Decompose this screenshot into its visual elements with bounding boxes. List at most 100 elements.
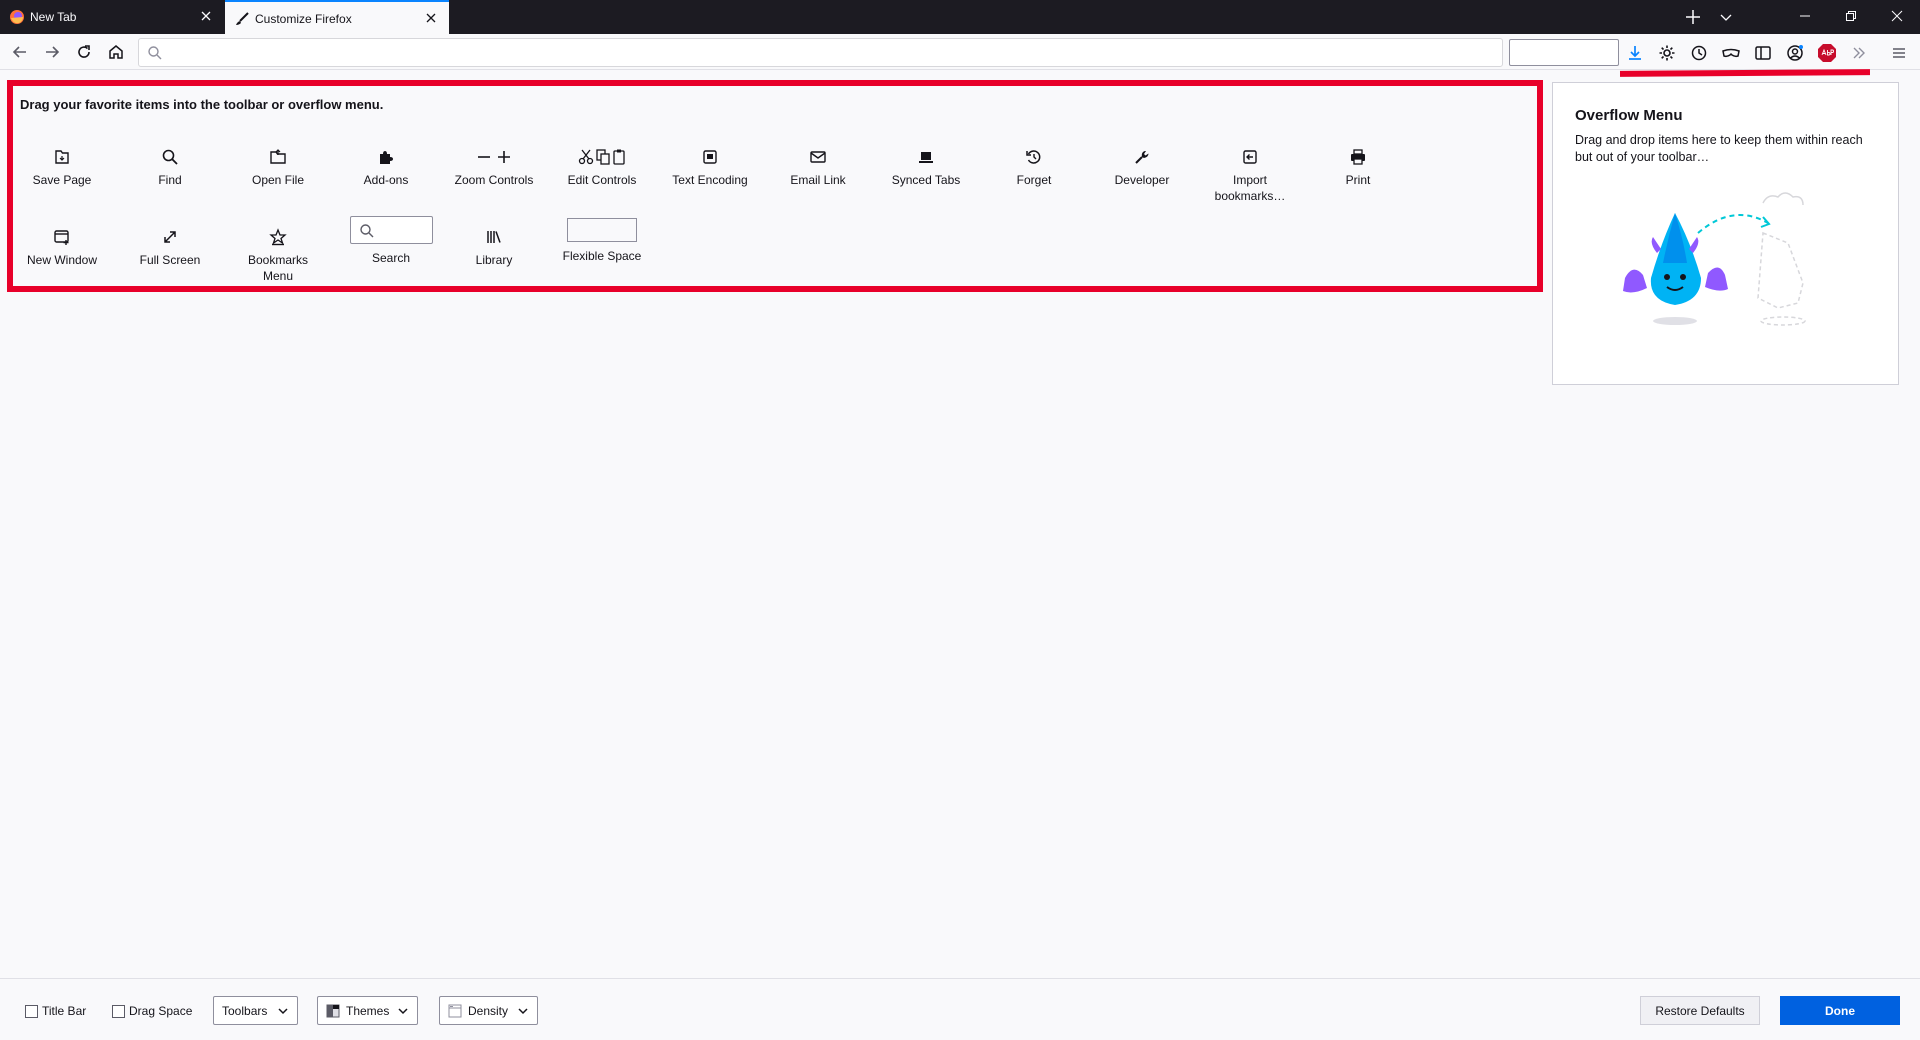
toolbar-search-box[interactable]: [1509, 39, 1619, 66]
palette-item-full-screen[interactable]: Full Screen: [116, 222, 224, 268]
tab-label: Customize Firefox: [255, 12, 352, 26]
close-tab-icon[interactable]: [198, 8, 214, 24]
checkbox-box[interactable]: [25, 1004, 38, 1018]
palette-item-save-page[interactable]: Save Page: [8, 142, 116, 188]
palette-item-label: Forget: [1016, 173, 1052, 187]
palette-item-search[interactable]: Search: [337, 216, 445, 266]
open-file-icon: [270, 149, 286, 164]
chevron-down-icon: [278, 1007, 288, 1014]
palette-item-add-ons[interactable]: Add-ons: [332, 142, 440, 188]
themes-dropdown[interactable]: Themes: [317, 996, 418, 1025]
firefox-logo-icon: [10, 10, 24, 24]
hamburger-menu-icon: [1893, 48, 1905, 58]
palette-item-label: Import bookmarks…: [1214, 173, 1286, 203]
private-browsing-icon: [1722, 48, 1740, 58]
done-button[interactable]: Done: [1780, 996, 1900, 1025]
palette-item-label: Save Page: [32, 173, 92, 187]
zoom-controls-icon: [478, 151, 510, 163]
search-icon: [148, 46, 162, 60]
settings-icon: [1659, 45, 1675, 61]
density-icon: [448, 1004, 462, 1017]
overflow-dragon-illustration-icon: [1623, 192, 1806, 326]
palette-item-label: Developer: [1114, 173, 1170, 187]
palette-item-label: Print: [1345, 173, 1371, 187]
palette-item-label: Find: [158, 173, 182, 187]
close-tab-icon[interactable]: [423, 10, 439, 26]
checkbox-box[interactable]: [112, 1004, 125, 1018]
restore-icon: [1846, 11, 1856, 21]
palette-item-label: Zoom Controls: [454, 173, 534, 187]
new-tab-plus-icon[interactable]: [1682, 6, 1704, 28]
palette-item-open-file[interactable]: Open File: [224, 142, 332, 188]
email-link-icon: [810, 151, 826, 163]
palette-item-label: Open File: [251, 173, 305, 187]
downloads-button[interactable]: [1624, 42, 1646, 64]
palette-item-email-link[interactable]: Email Link: [764, 142, 872, 188]
toolbars-dropdown[interactable]: Toolbars: [213, 996, 298, 1025]
history-icon: [1691, 45, 1707, 61]
account-button[interactable]: [1784, 42, 1806, 64]
tab-strip: New Tab Customize Firefox: [0, 0, 1920, 34]
reload-button[interactable]: [72, 40, 96, 64]
adblock-button[interactable]: [1816, 42, 1838, 64]
palette-item-label: Flexible Space: [562, 249, 642, 263]
sidebar-button[interactable]: [1752, 42, 1774, 64]
title-bar-checkbox[interactable]: Title Bar: [25, 1004, 86, 1018]
overflow-menu-panel[interactable]: Overflow Menu Drag and drop items here t…: [1552, 82, 1899, 385]
minimize-button[interactable]: [1782, 0, 1828, 32]
forward-arrow-icon: [46, 46, 60, 58]
url-bar[interactable]: [138, 38, 1503, 67]
palette-item-bookmarks-menu[interactable]: Bookmarks Menu: [224, 222, 332, 284]
restore-defaults-button[interactable]: Restore Defaults: [1640, 996, 1760, 1025]
search-box-preview: [349, 216, 433, 244]
overflow-description: Drag and drop items here to keep them wi…: [1575, 133, 1863, 164]
overflow-chevron-icon: [1853, 47, 1865, 59]
full-screen-icon: [164, 231, 176, 243]
palette-item-import-bookmarks[interactable]: Import bookmarks…: [1196, 142, 1304, 204]
palette-item-find[interactable]: Find: [116, 142, 224, 188]
synced-tabs-icon: [919, 152, 933, 163]
density-dropdown[interactable]: Density: [439, 996, 538, 1025]
drag-space-checkbox[interactable]: Drag Space: [112, 1004, 192, 1018]
customize-footer: Title Bar Drag Space Toolbars Themes Den…: [0, 978, 1920, 1040]
edit-controls-icon: [578, 149, 625, 165]
adblock-icon: [1818, 44, 1836, 62]
palette-item-print[interactable]: Print: [1304, 142, 1412, 188]
density-label: Density: [468, 1003, 509, 1018]
search-icon: [359, 224, 373, 238]
text-encoding-icon: [703, 150, 717, 164]
palette-item-edit-controls[interactable]: Edit Controls: [548, 142, 656, 188]
flexible-space-icon: [567, 218, 637, 242]
reload-icon: [78, 45, 90, 58]
bookmarks-menu-icon: [269, 228, 287, 246]
new-window-icon: [54, 230, 69, 245]
home-button[interactable]: [104, 40, 128, 64]
palette-item-text-encoding[interactable]: Text Encoding: [656, 142, 764, 188]
developer-wrench-icon: [1135, 151, 1149, 164]
palette-item-flexible-space[interactable]: Flexible Space: [548, 218, 656, 264]
palette-item-label: Text Encoding: [672, 173, 748, 187]
tab-new-tab[interactable]: New Tab: [0, 0, 224, 34]
overflow-menu-button[interactable]: [1848, 42, 1870, 64]
close-window-button[interactable]: [1874, 0, 1920, 32]
back-button[interactable]: [8, 40, 32, 64]
palette-item-developer[interactable]: Developer: [1088, 142, 1196, 188]
palette-item-new-window[interactable]: New Window: [8, 222, 116, 268]
forward-button[interactable]: [40, 40, 64, 64]
tab-customize-firefox[interactable]: Customize Firefox: [225, 0, 449, 34]
palette-item-library[interactable]: Library: [440, 222, 548, 268]
palette-item-label: Search: [371, 251, 411, 265]
settings-button[interactable]: [1656, 42, 1678, 64]
title-bar-label: Title Bar: [42, 1004, 87, 1018]
app-menu-button[interactable]: [1888, 42, 1910, 64]
history-button[interactable]: [1688, 42, 1710, 64]
forget-icon: [1026, 150, 1041, 164]
restore-button[interactable]: [1828, 0, 1874, 32]
list-all-tabs-chevron-icon[interactable]: [1715, 6, 1737, 28]
paintbrush-icon: [236, 12, 249, 25]
private-browsing-button[interactable]: [1720, 42, 1742, 64]
home-icon: [109, 45, 123, 59]
palette-item-forget[interactable]: Forget: [980, 142, 1088, 188]
palette-item-synced-tabs[interactable]: Synced Tabs: [872, 142, 980, 188]
palette-item-zoom-controls[interactable]: Zoom Controls: [440, 142, 548, 188]
